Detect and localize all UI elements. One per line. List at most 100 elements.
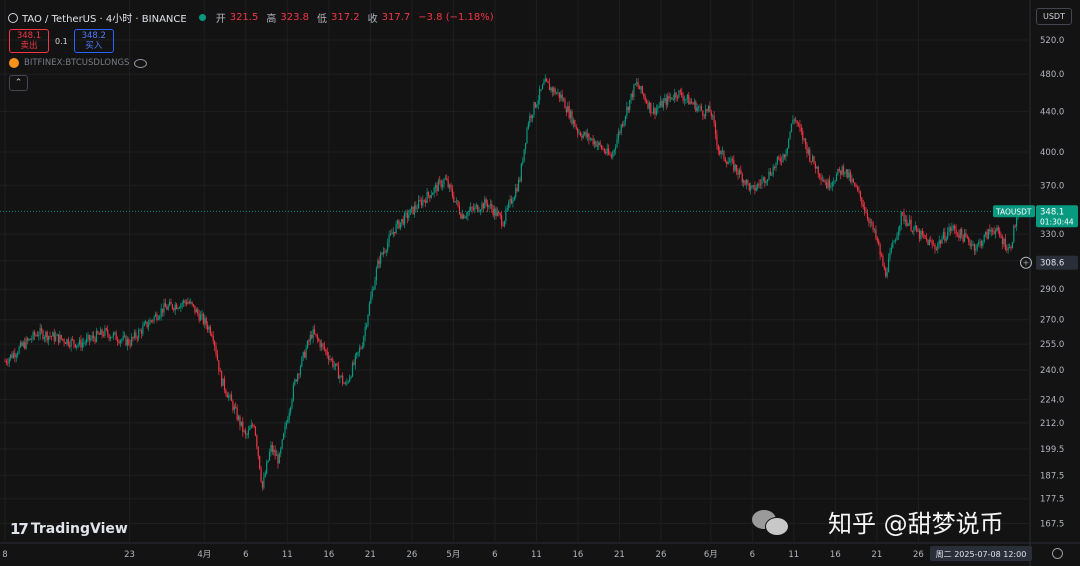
candle-body [458, 206, 461, 214]
candle-body [581, 135, 583, 138]
candle-body [177, 307, 179, 309]
symbol-title[interactable]: TAO / TetherUS · 4小时 · BINANCE [22, 10, 187, 25]
candle-body [930, 240, 932, 242]
candle-body [419, 199, 421, 201]
candle-body [205, 318, 207, 326]
candle-body [55, 335, 57, 341]
candle-body [811, 156, 814, 162]
candle-body [52, 332, 54, 337]
candle-body [707, 106, 710, 111]
open-label: 开 [215, 14, 226, 25]
candle-body [436, 185, 438, 192]
candle-body [364, 326, 366, 337]
candle-body [337, 365, 340, 379]
candle-body [994, 230, 997, 234]
candle-body [409, 208, 411, 215]
candle-body [173, 308, 175, 311]
candle-body [599, 142, 601, 146]
currency-button[interactable]: USDT [1036, 8, 1072, 25]
candle-body [872, 222, 874, 230]
candle-body [958, 234, 960, 238]
candle-body [287, 419, 289, 423]
candle-body [833, 182, 835, 183]
indicator-legend[interactable]: BITFINEX:BTCUSDLONGS [9, 58, 148, 68]
candle-body [750, 185, 752, 191]
candle-body [195, 309, 197, 313]
sell-button[interactable]: 348.1 卖出 [9, 29, 49, 53]
tradingview-logo[interactable]: 17 TradingView [10, 520, 128, 538]
candle-body [145, 321, 147, 324]
candle-body [809, 149, 811, 162]
candle-body [782, 154, 784, 162]
candle-body [167, 305, 169, 310]
candle-body [550, 87, 552, 91]
candle-body [233, 406, 235, 411]
candle-body [363, 336, 365, 347]
candle-body [731, 159, 733, 160]
crosshair-time-label: 周二 2025-07-08 12:00 [936, 550, 1027, 559]
candle-body [955, 229, 957, 234]
candle-body [353, 362, 355, 365]
candle-body [399, 222, 401, 229]
candle-body [713, 115, 715, 124]
candle-body [323, 345, 325, 350]
candle-body [471, 207, 473, 209]
candle-body [474, 206, 476, 210]
candle-body [627, 106, 629, 111]
candle-body [716, 134, 718, 146]
candle-body [232, 401, 234, 411]
candle-body [408, 214, 410, 219]
candle-body [959, 229, 961, 238]
candle-body [644, 96, 646, 101]
candle-body [373, 289, 375, 291]
candle-body [558, 92, 560, 98]
candle-body [516, 188, 518, 192]
candle-body [122, 335, 124, 340]
candle-body [422, 199, 424, 206]
candle-body [332, 359, 334, 367]
candle-body [689, 101, 691, 105]
candle-body [522, 161, 524, 164]
candle-body [938, 240, 940, 245]
candle-body [510, 198, 513, 204]
candle-body [443, 179, 445, 185]
gear-icon[interactable] [1052, 548, 1063, 559]
candle-body [112, 333, 114, 338]
candle-body [15, 355, 17, 358]
buy-button[interactable]: 348.2 买入 [73, 29, 114, 53]
candle-body [1001, 238, 1004, 245]
candle-body [619, 132, 621, 134]
candle-body [876, 237, 878, 241]
candle-body [962, 235, 964, 242]
candle-body [209, 326, 212, 335]
candle-body [111, 337, 113, 339]
candle-body [902, 212, 904, 214]
candle-body [202, 313, 204, 324]
price-tick-label: 224.0 [1040, 395, 1064, 405]
candle-body [848, 172, 850, 178]
candle-body [343, 383, 345, 385]
candle-body [398, 220, 400, 229]
candle-body [260, 468, 262, 482]
candle-body [828, 179, 831, 188]
candle-body [797, 123, 800, 125]
candle-body [539, 89, 541, 100]
candle-body [844, 173, 846, 175]
candle-body [76, 345, 78, 348]
price-chart[interactable]: 167.5 177.5 187.5 199.5 212.0 224.0 240.0 255.0… [0, 0, 1080, 566]
candle-body [734, 165, 736, 171]
candle-body [720, 150, 722, 155]
candle-body [333, 365, 335, 367]
candle-body [375, 268, 378, 281]
candle-body [513, 197, 515, 201]
candle-body [401, 218, 403, 223]
eye-icon[interactable] [134, 58, 148, 68]
candle-body [620, 124, 622, 133]
candle-body [548, 82, 551, 91]
collapse-legend-button[interactable]: ⌃ [9, 75, 28, 91]
candle-body [989, 229, 991, 232]
price-tick-label: 187.5 [1040, 471, 1064, 481]
candle-body [582, 134, 584, 138]
candle-body [188, 301, 190, 304]
candle-body [695, 101, 697, 112]
